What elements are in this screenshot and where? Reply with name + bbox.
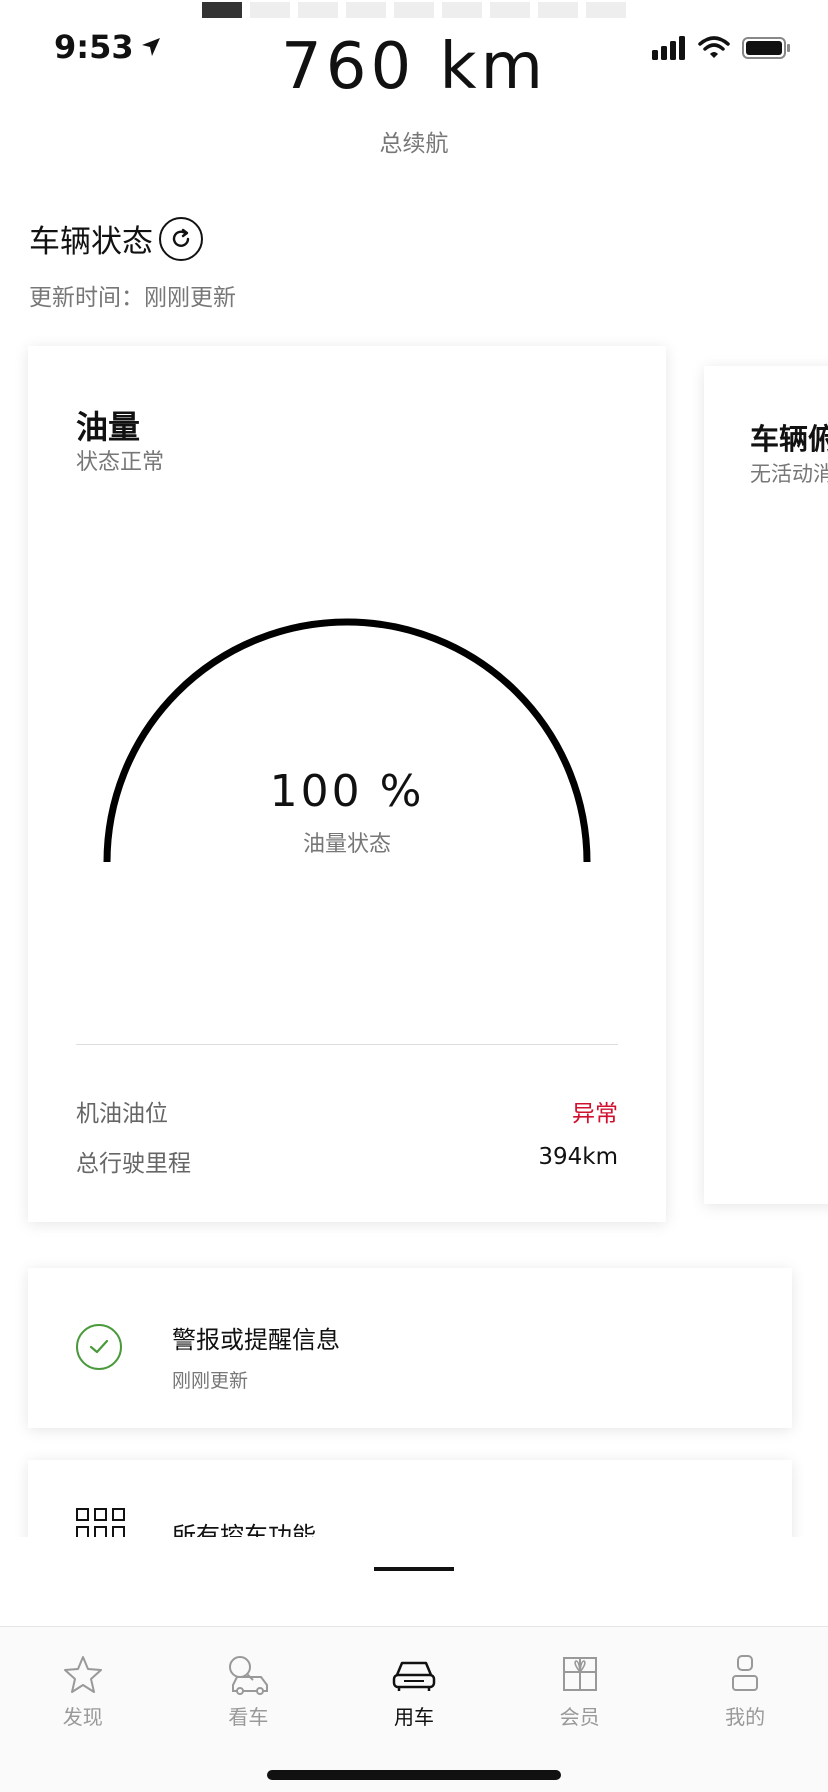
tab-view-cars[interactable]: 看车 — [166, 1627, 332, 1792]
bottom-sheet — [0, 1537, 828, 1626]
refresh-button[interactable] — [159, 216, 203, 261]
sheet-drag-handle[interactable] — [374, 1567, 454, 1571]
total-mileage-label: 总行驶里程 — [76, 1151, 191, 1177]
fuel-card-divider — [76, 1044, 618, 1045]
tab-discover[interactable]: 发现 — [0, 1627, 166, 1792]
check-circle-icon — [76, 1324, 122, 1370]
tab-mine[interactable]: 我的 — [662, 1627, 828, 1792]
tab-label: 会员 — [559, 1705, 600, 1729]
tab-membership[interactable]: 会员 — [497, 1627, 663, 1792]
gift-icon — [562, 1657, 597, 1691]
tab-label: 发现 — [62, 1705, 103, 1729]
oil-level-value: 异常 — [572, 1101, 618, 1127]
app-screen: 9:53 760 km 总续航 车辆状态 更新时间： 刚刚更新 油量 状态正常 … — [0, 0, 828, 1792]
next-status-card[interactable]: 车辆俯 无活动消 — [704, 366, 828, 1204]
grid-icon — [76, 1508, 125, 1539]
page-indicator-segment[interactable] — [250, 2, 290, 18]
fuel-gauge-value: 100 % — [269, 766, 425, 817]
total-mileage-value: 394km — [538, 1144, 618, 1170]
tab-use-car[interactable]: 用车 — [331, 1627, 497, 1792]
page-indicator-segment[interactable] — [586, 2, 626, 18]
fuel-card-title: 油量 — [76, 408, 141, 446]
updated-value: 刚刚更新 — [144, 285, 236, 311]
page-indicator-segment[interactable] — [442, 2, 482, 18]
alerts-subtitle: 刚刚更新 — [172, 1370, 249, 1392]
vehicle-status-title: 车辆状态 — [29, 224, 153, 260]
page-indicator-segment[interactable] — [394, 2, 434, 18]
person-icon — [732, 1655, 759, 1691]
fuel-gauge-label: 油量状态 — [302, 832, 391, 857]
total-mileage-row: 总行驶里程 394km — [76, 1144, 618, 1178]
alerts-title: 警报或提醒信息 — [172, 1326, 340, 1354]
tab-label: 用车 — [393, 1705, 434, 1729]
updated-label: 更新时间： — [29, 285, 144, 311]
tab-bar: 发现 看车 用车 会员 我的 — [0, 1626, 828, 1792]
page-indicator-segment-active[interactable] — [202, 2, 242, 18]
page-indicator-segment[interactable] — [298, 2, 338, 18]
tab-label: 看车 — [228, 1705, 269, 1729]
next-card-subtitle: 无活动消 — [750, 462, 828, 486]
page-indicator-segment[interactable] — [346, 2, 386, 18]
page-indicator — [202, 2, 626, 18]
star-icon — [63, 1656, 102, 1693]
refresh-icon — [172, 228, 190, 247]
total-range-label: 总续航 — [379, 131, 449, 157]
tab-label: 我的 — [725, 1705, 766, 1729]
vehicle-status-updated: 更新时间： 刚刚更新 — [29, 278, 236, 312]
page-indicator-segment[interactable] — [538, 2, 578, 18]
page-indicator-segment[interactable] — [490, 2, 530, 18]
car-icon — [392, 1661, 436, 1691]
total-range-value: 760 km — [281, 30, 547, 104]
fuel-card-subtitle: 状态正常 — [76, 450, 165, 475]
car-search-icon — [229, 1656, 269, 1695]
home-indicator[interactable] — [267, 1770, 561, 1780]
oil-level-label: 机油油位 — [76, 1101, 168, 1127]
vehicle-status-header: 车辆状态 — [29, 216, 203, 261]
alerts-card[interactable]: 警报或提醒信息 刚刚更新 — [28, 1268, 792, 1428]
next-card-title: 车辆俯 — [750, 422, 828, 456]
oil-level-row: 机油油位 异常 — [76, 1094, 618, 1128]
fuel-card[interactable]: 油量 状态正常 100 % 油量状态 机油油位 异常 总行驶里程 394km — [28, 346, 666, 1222]
